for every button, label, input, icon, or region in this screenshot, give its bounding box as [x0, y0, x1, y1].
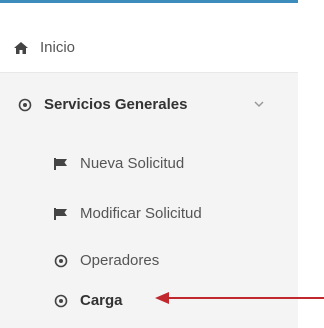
sidebar-item-inicio-container — [0, 3, 298, 73]
annotation-arrow — [155, 292, 324, 304]
flag-icon — [54, 207, 68, 220]
circle-dot-icon — [54, 294, 68, 308]
sidebar-section-servicios-generales[interactable]: Servicios Generales — [18, 96, 187, 113]
chevron-down-icon[interactable] — [252, 97, 266, 111]
flag-icon — [54, 157, 68, 170]
sidebar-item-nueva-solicitud[interactable]: Nueva Solicitud — [54, 155, 184, 172]
sidebar-item-modificar-solicitud[interactable]: Modificar Solicitud — [54, 205, 202, 222]
sidebar-section-label: Servicios Generales — [44, 96, 188, 113]
sidebar-item-label: Modificar Solicitud — [80, 205, 202, 222]
home-icon — [14, 41, 28, 54]
circle-dot-icon — [18, 98, 32, 112]
circle-dot-icon — [54, 254, 68, 268]
sidebar-item-inicio[interactable]: Inicio — [14, 39, 75, 56]
sidebar-item-label: Inicio — [40, 39, 76, 56]
sidebar-item-carga[interactable]: Carga — [54, 292, 123, 309]
sidebar-item-label: Carga — [80, 292, 123, 309]
sidebar: Inicio Servicios Generales Nueva Solicit… — [0, 0, 298, 328]
sidebar-item-label: Operadores — [80, 252, 160, 269]
sidebar-item-label: Nueva Solicitud — [80, 155, 185, 172]
sidebar-item-operadores[interactable]: Operadores — [54, 252, 159, 269]
content-area-edge — [298, 0, 324, 328]
